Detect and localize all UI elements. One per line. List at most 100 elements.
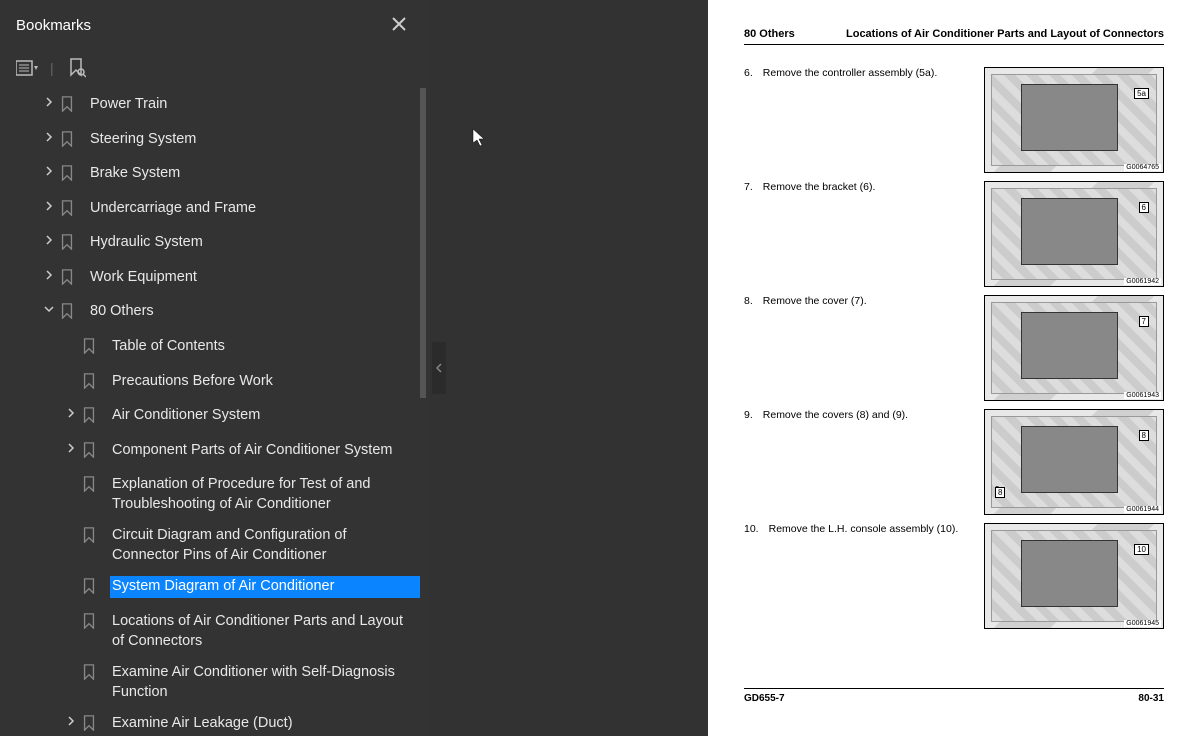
bookmark-label: Power Train <box>90 96 167 112</box>
bookmark-item[interactable]: System Diagram of Air Conditioner <box>12 571 424 606</box>
page-footer-right: 80-31 <box>1138 693 1164 704</box>
bookmark-icon <box>60 94 78 119</box>
chevron-right-icon[interactable] <box>60 405 82 418</box>
procedure-step: 6.Remove the controller assembly (5a).5a… <box>744 67 1164 173</box>
bookmark-tree[interactable]: Power Train Steering System Brake System Un… <box>0 89 430 736</box>
bookmark-item[interactable]: Circuit Diagram and Configuration of Con… <box>12 520 424 571</box>
bookmark-item[interactable]: Examine Air Leakage (Duct) <box>12 708 424 736</box>
bookmark-icon <box>60 163 78 188</box>
sidebar-title: Bookmarks <box>16 17 91 34</box>
step-text: 10.Remove the L.H. console assembly (10)… <box>744 523 984 535</box>
bookmark-label: Undercarriage and Frame <box>90 200 256 216</box>
chevron-right-icon[interactable] <box>38 129 60 142</box>
bookmark-icon <box>82 371 100 396</box>
bookmark-label: 80 Others <box>90 303 154 319</box>
step-figure: 6G0061942 <box>984 181 1164 287</box>
bookmark-item[interactable]: Explanation of Procedure for Test of and… <box>12 469 424 520</box>
scrollbar-thumb[interactable] <box>420 88 426 398</box>
bookmark-icon <box>60 232 78 257</box>
bookmark-icon <box>82 611 100 636</box>
procedure-step: 7.Remove the bracket (6).6G0061942 <box>744 181 1164 287</box>
bookmark-item[interactable]: Component Parts of Air Conditioner Syste… <box>12 435 424 470</box>
bookmark-item[interactable]: Hydraulic System <box>12 227 424 262</box>
bookmark-icon <box>60 301 78 326</box>
chevron-right-icon[interactable] <box>38 232 60 245</box>
chevron-right-icon[interactable] <box>38 198 60 211</box>
procedure-step: 8.Remove the cover (7).7G0061943 <box>744 295 1164 401</box>
pdf-page: 80 Others Locations of Air Conditioner P… <box>708 0 1200 736</box>
bookmark-icon <box>82 713 100 736</box>
bookmark-label: Examine Air Leakage (Duct) <box>112 715 293 731</box>
bookmark-icon <box>82 474 100 499</box>
bookmark-label: Circuit Diagram and Configuration of Con… <box>112 527 347 563</box>
bookmark-icon <box>82 576 100 601</box>
bookmark-item[interactable]: Power Train <box>12 89 424 124</box>
chevron-right-icon[interactable] <box>60 440 82 453</box>
bookmark-icon <box>60 267 78 292</box>
chevron-right-icon[interactable] <box>38 163 60 176</box>
procedure-step: 10.Remove the L.H. console assembly (10)… <box>744 523 1164 629</box>
chevron-right-icon[interactable] <box>38 94 60 107</box>
bookmark-label: Examine Air Conditioner with Self-Diagno… <box>112 664 395 700</box>
find-bookmark-icon[interactable] <box>64 57 90 79</box>
bookmark-item[interactable]: Precautions Before Work <box>12 366 424 401</box>
figure-id: G0061942 <box>1124 278 1161 285</box>
close-bookmarks-button[interactable] <box>384 10 414 41</box>
bookmark-label: Component Parts of Air Conditioner Syste… <box>112 442 392 458</box>
bookmark-item[interactable]: Undercarriage and Frame <box>12 193 424 228</box>
bookmark-label: Brake System <box>90 165 180 181</box>
chevron-left-icon <box>436 363 442 373</box>
bookmark-label: System Diagram of Air Conditioner <box>112 578 334 594</box>
bookmark-item[interactable]: Steering System <box>12 124 424 159</box>
toolbar-separator: | <box>48 60 56 76</box>
bookmark-label: Work Equipment <box>90 269 197 285</box>
bookmark-icon <box>60 129 78 154</box>
bookmark-item[interactable]: Air Conditioner System <box>12 400 424 435</box>
bookmark-icon <box>82 405 100 430</box>
step-figure: 5aG0064765 <box>984 67 1164 173</box>
bookmarks-sidebar: Bookmarks | Power Train Steering System Br… <box>0 0 430 736</box>
options-icon[interactable] <box>14 57 40 79</box>
bookmark-label: Steering System <box>90 131 196 147</box>
bookmark-item[interactable]: Examine Air Conditioner with Self-Diagno… <box>12 657 424 708</box>
bookmark-label: Explanation of Procedure for Test of and… <box>112 476 370 512</box>
procedure-step: 9.Remove the covers (8) and (9).898G0061… <box>744 409 1164 515</box>
bookmark-icon <box>60 198 78 223</box>
bookmarks-toolbar: | <box>0 51 430 89</box>
step-text: 6.Remove the controller assembly (5a). <box>744 67 984 79</box>
chevron-right-icon[interactable] <box>38 267 60 280</box>
step-figure: 10G0061945 <box>984 523 1164 629</box>
step-text: 8.Remove the cover (7). <box>744 295 984 307</box>
bookmark-icon <box>82 525 100 550</box>
chevron-right-icon[interactable] <box>60 713 82 726</box>
bookmark-item[interactable]: Table of Contents <box>12 331 424 366</box>
bookmark-label: Locations of Air Conditioner Parts and L… <box>112 613 403 649</box>
page-footer: GD655-7 80-31 <box>744 688 1164 704</box>
bookmark-item[interactable]: Brake System <box>12 158 424 193</box>
page-header-right: Locations of Air Conditioner Parts and L… <box>846 28 1164 40</box>
bookmark-item[interactable]: 80 Others <box>12 296 424 331</box>
step-figure: 7G0061943 <box>984 295 1164 401</box>
bookmark-icon <box>82 440 100 465</box>
bookmark-item[interactable]: Locations of Air Conditioner Parts and L… <box>12 606 424 657</box>
figure-id: G0061943 <box>1124 392 1161 399</box>
step-text: 7.Remove the bracket (6). <box>744 181 984 193</box>
figure-id: G0064765 <box>1124 164 1161 171</box>
page-header-left: 80 Others <box>744 28 795 40</box>
bookmark-label: Hydraulic System <box>90 234 203 250</box>
bookmark-icon <box>82 662 100 687</box>
bookmark-item[interactable]: Work Equipment <box>12 262 424 297</box>
mouse-cursor <box>472 128 488 153</box>
figure-id: G0061945 <box>1124 620 1161 627</box>
page-header: 80 Others Locations of Air Conditioner P… <box>744 28 1164 45</box>
bookmark-label: Precautions Before Work <box>112 373 273 389</box>
step-figure: 898G0061944 <box>984 409 1164 515</box>
collapse-sidebar-handle[interactable] <box>432 342 446 394</box>
page-footer-left: GD655-7 <box>744 693 785 704</box>
chevron-down-icon[interactable] <box>38 301 60 314</box>
step-text: 9.Remove the covers (8) and (9). <box>744 409 984 421</box>
close-icon <box>392 17 406 31</box>
document-background <box>430 0 708 736</box>
sidebar-header: Bookmarks <box>0 0 430 51</box>
bookmark-label: Table of Contents <box>112 338 225 354</box>
